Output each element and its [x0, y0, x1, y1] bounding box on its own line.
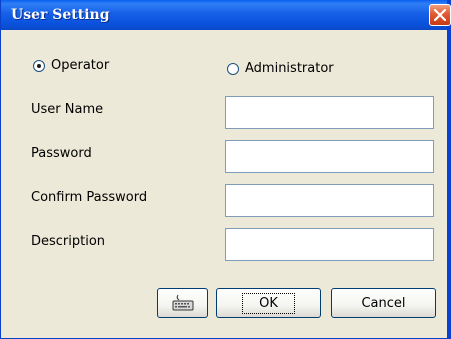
- operator-radio[interactable]: Operator: [33, 58, 109, 73]
- window-title: User Setting: [11, 7, 110, 23]
- ok-button-label: OK: [242, 292, 295, 314]
- keyboard-button[interactable]: [157, 288, 208, 318]
- keyboard-icon: [172, 294, 193, 311]
- operator-radio-circle[interactable]: [33, 59, 45, 72]
- administrator-radio-label: Administrator: [245, 61, 334, 76]
- password-input[interactable]: [225, 140, 434, 173]
- administrator-radio-circle[interactable]: [227, 62, 239, 75]
- description-label: Description: [31, 234, 106, 249]
- description-input[interactable]: [225, 228, 434, 261]
- user-setting-dialog: User Setting Operator Administrator User…: [0, 0, 451, 339]
- operator-radio-label: Operator: [51, 58, 110, 73]
- ok-button[interactable]: OK: [216, 288, 321, 318]
- title-bar[interactable]: User Setting: [1, 0, 451, 30]
- user-name-label: User Name: [31, 102, 104, 117]
- cancel-button[interactable]: Cancel: [331, 288, 436, 318]
- password-label: Password: [31, 146, 92, 161]
- user-name-input[interactable]: [225, 96, 434, 129]
- cancel-button-label: Cancel: [361, 295, 406, 311]
- confirm-password-input[interactable]: [225, 184, 434, 217]
- close-icon: [434, 9, 446, 21]
- confirm-password-label: Confirm Password: [31, 190, 148, 205]
- close-button[interactable]: [429, 4, 451, 26]
- administrator-radio[interactable]: Administrator: [227, 61, 334, 76]
